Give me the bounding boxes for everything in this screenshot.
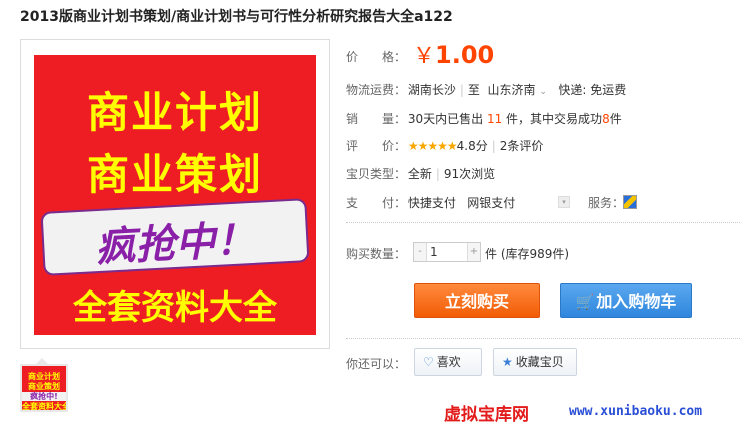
- shipping-fee: 快递: 免运费: [558, 83, 627, 97]
- quantity-label: 购买数量：: [346, 247, 407, 261]
- item-condition: 全新: [407, 167, 432, 181]
- sales-mid: 件，其中交易成功: [506, 112, 603, 126]
- sales-sold-count: 11: [486, 112, 503, 126]
- sales-success-count: 8: [602, 112, 610, 126]
- quantity-input[interactable]: [428, 244, 470, 260]
- favorite-button[interactable]: ★ 收藏宝贝: [493, 348, 577, 376]
- watermark-url: www.xunibaoku.com: [569, 404, 703, 419]
- payment-label: 支 付：: [346, 196, 407, 210]
- expand-arrow-icon[interactable]: ▾: [558, 196, 570, 208]
- shipping-row: 物流运费： 湖南长沙 | 至 山东济南 ⌄ 快递: 免运费: [346, 83, 627, 97]
- like-label: 喜欢: [436, 355, 461, 369]
- product-thumbnail[interactable]: 商业计划 商业策划 疯抢中! 全套资料大全: [20, 364, 68, 412]
- image-text-line2: 商业策划: [86, 150, 263, 199]
- sales-prefix: 30天内已售出: [407, 112, 484, 126]
- review-score: 4.8分: [456, 139, 488, 153]
- item-type-row: 宝贝类型： 全新 | 91次浏览: [346, 167, 496, 181]
- review-row: 评 价： ★★★★★4.8分 | 2条评价: [346, 139, 544, 153]
- thumb-text-line1: 商业计划: [28, 372, 60, 381]
- add-to-cart-button[interactable]: 🛒 加入购物车: [560, 283, 692, 318]
- payment-method-bank[interactable]: 网银支付: [467, 196, 515, 210]
- add-to-cart-label: 加入购物车: [596, 292, 677, 311]
- item-views: 91次浏览: [443, 167, 496, 181]
- more-actions-label: 你还可以：: [346, 357, 407, 371]
- like-button[interactable]: ♡ 喜欢: [414, 348, 482, 376]
- thumb-text-line3: 疯抢中!: [22, 392, 66, 401]
- thumb-text-line4: 全套资料大全: [22, 402, 68, 411]
- quantity-increment-button[interactable]: +: [467, 243, 480, 261]
- main-image-frame: 商业计划 商业策划 疯抢中！ 全套资料大全: [20, 39, 330, 349]
- heart-icon: ♡: [423, 355, 434, 369]
- image-text-line1: 商业计划: [86, 88, 263, 137]
- image-text-line3: 疯抢中！: [94, 216, 257, 272]
- ship-from: 湖南长沙: [407, 83, 456, 97]
- sales-row: 销 量： 30天内已售出 11 件，其中交易成功8件: [346, 110, 622, 127]
- payment-method-express[interactable]: 快捷支付: [408, 196, 456, 210]
- star-icon: ★: [502, 355, 513, 369]
- watermark-text: 虚拟宝库网: [444, 405, 529, 425]
- quantity-decrement-button[interactable]: -: [414, 243, 427, 261]
- ship-to: 山东济南: [487, 83, 536, 97]
- item-type-label: 宝贝类型：: [346, 167, 407, 181]
- payment-row: 支 付： 快捷支付 网银支付: [346, 194, 515, 211]
- section-divider: [346, 222, 740, 223]
- review-count-link[interactable]: 2条评价: [500, 139, 544, 153]
- shipping-label: 物流运费：: [346, 83, 407, 97]
- buy-now-button[interactable]: 立刻购买: [414, 283, 540, 318]
- chevron-down-icon: ⌄: [539, 87, 547, 97]
- image-banner: 疯抢中！: [40, 198, 310, 276]
- ship-to-select[interactable]: 山东济南 ⌄: [488, 83, 547, 97]
- review-label: 评 价：: [346, 139, 407, 153]
- price-value: ￥1.00: [413, 38, 494, 70]
- currency-symbol: ￥: [413, 44, 436, 69]
- rating-stars-icon: ★★★★★: [407, 139, 458, 153]
- stock-text: 件 (库存989件): [485, 247, 570, 261]
- image-text-line4: 全套资料大全: [73, 288, 277, 328]
- sales-suffix: 件: [609, 112, 622, 126]
- cart-icon: 🛒: [575, 293, 595, 311]
- ship-to-prefix: 至: [467, 83, 480, 97]
- favorite-label: 收藏宝贝: [515, 355, 564, 369]
- section-divider-2: [346, 338, 740, 339]
- product-main-image[interactable]: 商业计划 商业策划 疯抢中！ 全套资料大全: [34, 55, 316, 335]
- price-number: 1.00: [435, 41, 495, 69]
- price-label-text: 价 格：: [346, 50, 407, 64]
- service-label: 服务：: [588, 196, 625, 210]
- quantity-stepper: - +: [413, 242, 481, 262]
- sales-label: 销 量：: [346, 112, 407, 126]
- service-badge-icon[interactable]: [623, 195, 637, 209]
- price-label: 价 格：: [346, 48, 407, 65]
- thumb-text-line2: 商业策划: [28, 382, 60, 391]
- product-title: 2013版商业计划书策划/商业计划书与可行性分析研究报告大全a122: [20, 9, 453, 25]
